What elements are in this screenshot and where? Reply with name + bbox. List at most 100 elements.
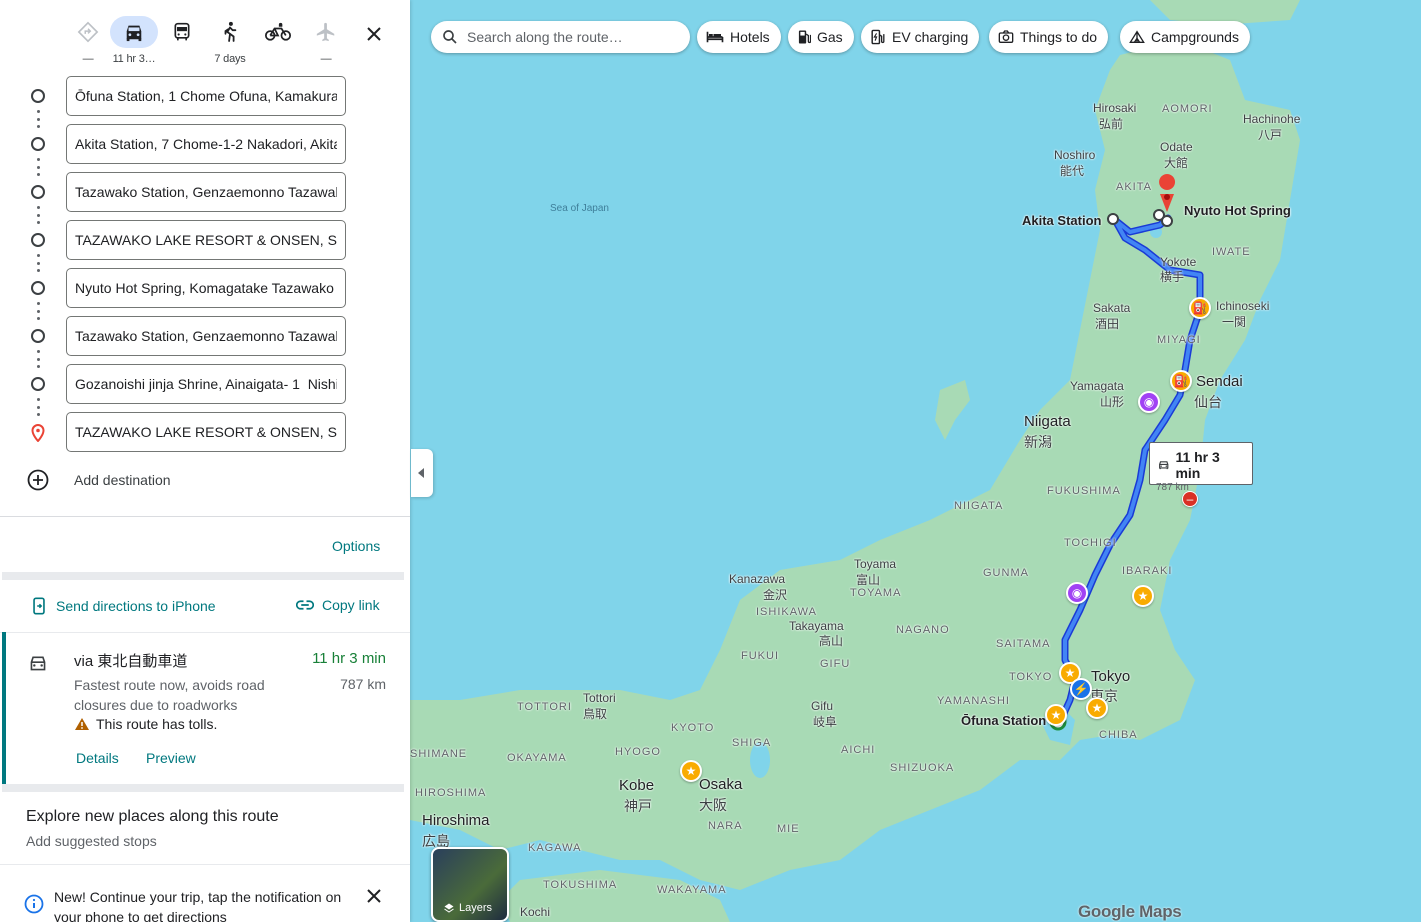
tolls-warning: This route has tolls. <box>74 716 217 732</box>
waypoint-circle-icon <box>31 377 45 391</box>
sendai-label: Sendai <box>1196 373 1243 390</box>
mode-best-time: — <box>82 53 94 65</box>
stop-field-6[interactable] <box>66 316 346 356</box>
camera-poi-icon[interactable]: ◉ <box>1138 391 1160 413</box>
shimane-label: SHIMANE <box>410 748 468 760</box>
yokote-label: Yokote <box>1160 255 1197 269</box>
stop-field-8[interactable] <box>66 412 346 452</box>
gas-poi-icon[interactable]: ⛽ <box>1170 370 1192 392</box>
sea-of-japan-label: Sea of Japan <box>550 203 609 214</box>
star-poi-icon[interactable]: ★ <box>680 760 702 782</box>
mode-cycling[interactable] <box>254 16 302 64</box>
tolls-label: This route has tolls. <box>96 716 218 732</box>
kanazawa-label: Kanazawa <box>729 572 786 586</box>
star-poi-icon[interactable]: ★ <box>1086 697 1108 719</box>
waypoint-circle-icon <box>31 89 45 103</box>
gas-poi-icon[interactable]: ⛽ <box>1189 297 1211 319</box>
search-input[interactable] <box>467 29 677 45</box>
mode-walking[interactable]: 7 days <box>206 16 254 65</box>
stop-field-4[interactable] <box>66 220 346 260</box>
osaka-kanji-label: 大阪 <box>699 797 727 813</box>
chip-campgrounds[interactable]: Campgrounds <box>1120 21 1250 53</box>
send-to-phone-button[interactable]: Send directions to iPhone <box>32 597 216 615</box>
camera-poi-icon[interactable]: ◉ <box>1066 582 1088 604</box>
ichinoseki-kanji-label: 一関 <box>1222 315 1247 329</box>
takayama-label: Takayama <box>789 619 844 633</box>
options-button[interactable]: Options <box>332 538 380 554</box>
add-destination-button[interactable]: Add destination <box>26 468 326 492</box>
connector-dots <box>36 350 40 368</box>
details-button[interactable]: Details <box>76 750 119 766</box>
explore-subtitle: Add suggested stops <box>26 833 157 849</box>
fukushima-label: FUKUSHIMA <box>1047 485 1121 497</box>
mode-flight[interactable]: — <box>302 16 350 65</box>
mode-best[interactable]: — <box>64 16 112 65</box>
close-directions-button[interactable] <box>360 20 388 48</box>
connector-dots <box>36 398 40 416</box>
odate-label: Odate <box>1160 140 1193 154</box>
preview-button[interactable]: Preview <box>146 750 196 766</box>
star-poi-icon[interactable]: ★ <box>1045 704 1067 726</box>
flight-icon <box>316 22 335 42</box>
niigata-kanji-label: 新潟 <box>1024 434 1052 450</box>
collapse-panel-button[interactable] <box>411 449 433 497</box>
route-via: via 東北自動車道 <box>74 653 188 670</box>
stop-field-5[interactable] <box>66 268 346 308</box>
ichinoseki-label: Ichinoseki <box>1216 299 1270 313</box>
stop-field-3[interactable] <box>66 172 346 212</box>
travel-mode-bar: — 11 hr 3… 7 days — <box>64 14 394 65</box>
bike-icon <box>265 22 291 41</box>
mode-walking-time: 7 days <box>214 53 246 65</box>
section-separator <box>2 572 404 580</box>
toyama-kanji-label: 富山 <box>856 573 881 587</box>
fukui-label: FUKUI <box>741 650 779 662</box>
gunma-label: GUNMA <box>983 567 1029 579</box>
close-icon <box>367 27 381 41</box>
callout-time: 11 hr 3 min <box>1175 449 1220 481</box>
connector-dots <box>36 254 40 272</box>
chip-gas[interactable]: Gas <box>788 21 854 53</box>
star-poi-icon[interactable]: ★ <box>1132 585 1154 607</box>
ibaraki-label: IBARAKI <box>1122 565 1173 577</box>
waypoint-circle-icon <box>31 281 45 295</box>
section-separator <box>2 784 404 792</box>
waypoint-circle-icon <box>31 137 45 151</box>
road-closure-icon[interactable]: – <box>1182 491 1198 507</box>
chip-things-to-do[interactable]: Things to do <box>989 21 1109 53</box>
layers-button[interactable]: Layers <box>431 847 509 922</box>
akita-pref-label: AKITA <box>1116 181 1152 193</box>
shizuoka-label: SHIZUOKA <box>890 762 955 774</box>
noshiro-kanji-label: 能代 <box>1060 164 1085 178</box>
layers-label: Layers <box>459 902 493 914</box>
close-icon[interactable] <box>366 888 382 904</box>
layers-icon <box>444 903 454 913</box>
nara-label: NARA <box>708 820 743 832</box>
aomori-label: AOMORI <box>1162 103 1213 115</box>
warning-icon <box>75 718 89 730</box>
ev-poi-icon[interactable]: ⚡ <box>1070 678 1092 700</box>
transit-icon <box>174 22 190 41</box>
chip-hotels-label: Hotels <box>730 29 770 45</box>
bed-icon <box>706 31 724 43</box>
search-along-route[interactable] <box>431 21 690 53</box>
hyogo-label: HYOGO <box>615 746 661 758</box>
copy-link-button[interactable]: Copy link <box>296 597 380 613</box>
hirosaki-label: Hirosaki <box>1093 101 1137 115</box>
chip-ev-charging[interactable]: EV charging <box>861 21 980 53</box>
mode-driving[interactable]: 11 hr 3… <box>110 16 158 65</box>
chip-hotels[interactable]: Hotels <box>697 21 781 53</box>
mie-label: MIE <box>777 823 800 835</box>
shiga-label: SHIGA <box>732 737 772 749</box>
stop-field-2[interactable] <box>66 124 346 164</box>
osaka-label: Osaka <box>699 776 743 793</box>
directions-panel: — 11 hr 3… 7 days — Ōfuna Station, 1 Cho… <box>0 0 410 922</box>
mode-transit[interactable] <box>158 16 206 64</box>
tottori-label: Tottori <box>583 691 616 705</box>
stop-field-7[interactable] <box>66 364 346 404</box>
map-canvas[interactable]: Sea of Japan Hirosaki 弘前 AOMORI Hachinoh… <box>410 0 1421 922</box>
explore-section[interactable]: Explore new places along this route Add … <box>26 808 279 849</box>
stop-field-1[interactable] <box>66 76 346 116</box>
route-option-card[interactable]: via 東北自動車道 11 hr 3 min Fastest route now… <box>2 632 404 784</box>
route-callout[interactable]: 11 hr 3 min 787 km <box>1149 442 1253 493</box>
divider <box>0 516 410 517</box>
